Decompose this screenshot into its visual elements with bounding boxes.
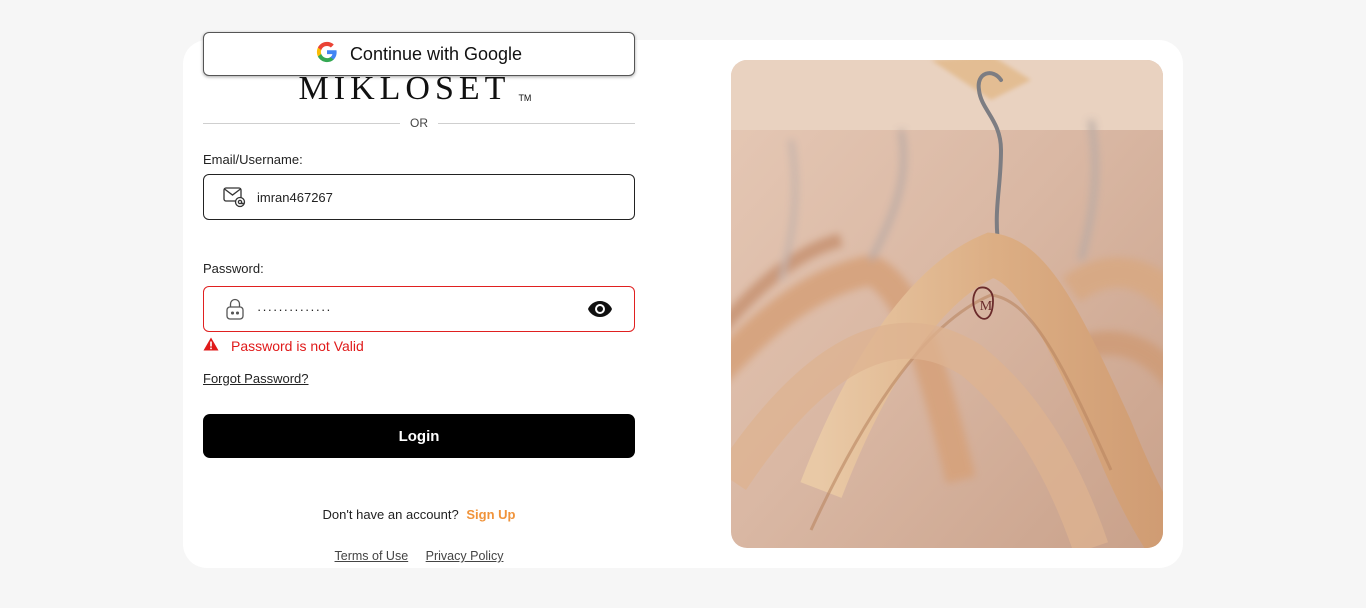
lock-icon (223, 297, 247, 321)
or-text: OR (410, 116, 428, 130)
mail-at-icon (223, 185, 247, 209)
signup-row: Don't have an account? Sign Up (203, 507, 635, 522)
forgot-password-link[interactable]: Forgot Password? (203, 371, 309, 386)
show-password-eye-icon[interactable] (586, 295, 614, 323)
or-divider: OR (203, 114, 635, 132)
signup-link[interactable]: Sign Up (466, 507, 515, 522)
password-field[interactable]: ·············· (203, 286, 635, 332)
login-button[interactable]: Login (203, 414, 635, 458)
google-g-icon (316, 41, 338, 68)
password-value: ·············· (257, 301, 332, 317)
email-label: Email/Username: (203, 152, 303, 167)
error-text: Password is not Valid (231, 337, 364, 354)
continue-with-google-button[interactable]: Continue with Google (203, 32, 635, 76)
svg-text:M: M (980, 299, 993, 314)
divider-line-right (438, 122, 635, 124)
email-value: imran467267 (257, 189, 333, 205)
warning-triangle-icon (203, 337, 219, 354)
terms-of-use-link[interactable]: Terms of Use (335, 549, 409, 563)
hanger-hero-image: M (731, 60, 1163, 548)
email-field[interactable]: imran467267 (203, 174, 635, 220)
google-button-label: Continue with Google (349, 43, 523, 64)
divider-line-left (203, 122, 400, 124)
signup-prompt: Don't have an account? (322, 507, 459, 522)
password-label: Password: (203, 261, 264, 276)
logo-trademark: TM (518, 93, 532, 103)
password-error: Password is not Valid (203, 337, 364, 354)
footer-links: Terms of Use Privacy Policy (203, 549, 635, 563)
privacy-policy-link[interactable]: Privacy Policy (426, 549, 504, 563)
